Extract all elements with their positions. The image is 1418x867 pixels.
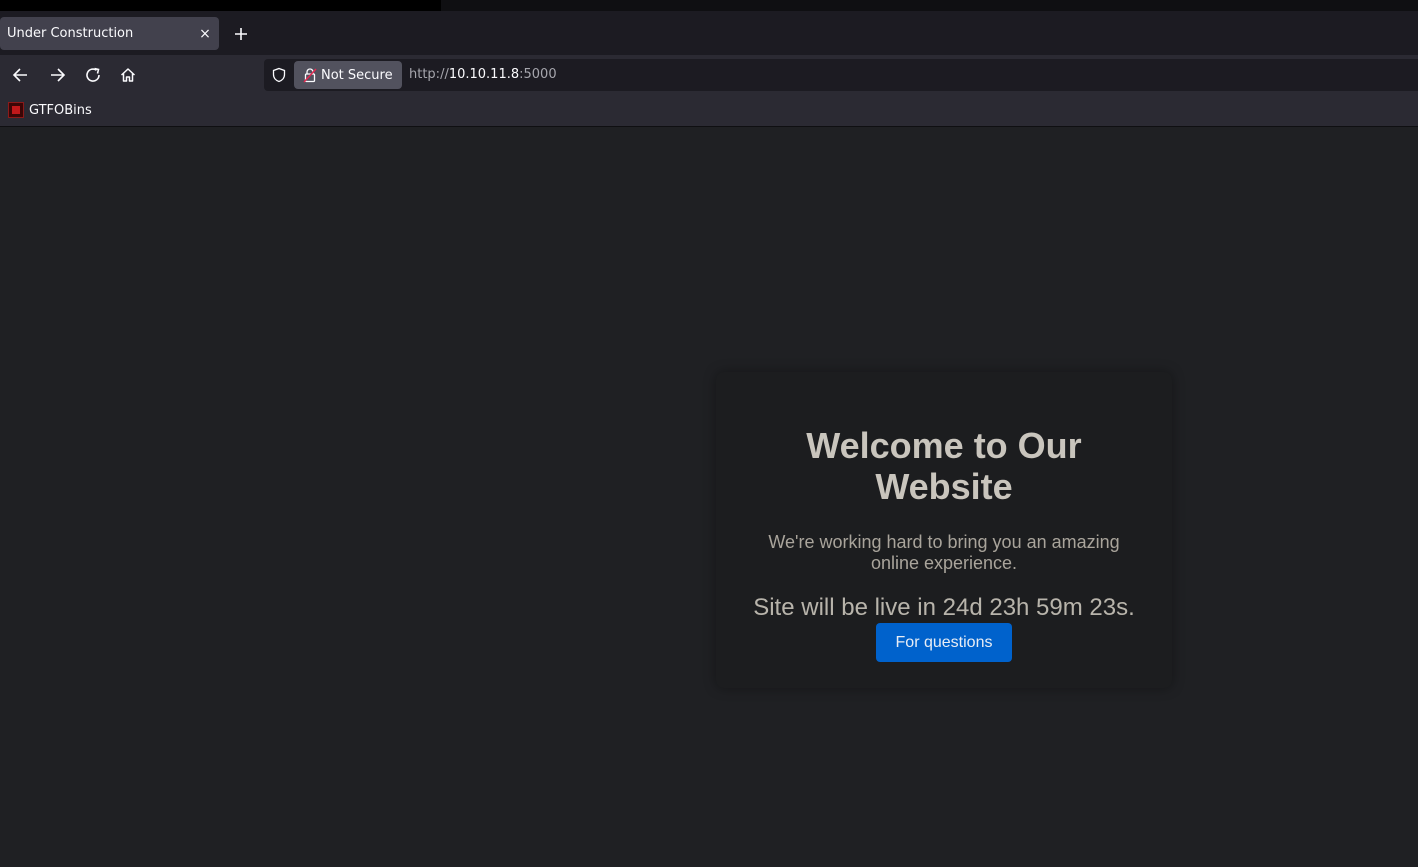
reload-icon — [86, 67, 100, 82]
page-content: Welcome to Our Website We're working har… — [0, 127, 1418, 867]
navigation-toolbar: Not Secure http://10.10.11.8:5000 — [0, 55, 1418, 95]
page-title: Welcome to Our Website — [806, 425, 1082, 507]
bookmarks-toolbar: GTFOBins — [0, 95, 1418, 127]
back-arrow-icon — [12, 68, 27, 82]
reload-button[interactable] — [82, 64, 104, 86]
home-button[interactable] — [117, 64, 139, 86]
address-bar[interactable]: Not Secure http://10.10.11.8:5000 — [264, 59, 1418, 91]
url-scheme: http:// — [409, 67, 449, 82]
new-tab-button[interactable] — [230, 24, 252, 44]
bookmark-gtfobins[interactable]: GTFOBins — [8, 102, 92, 118]
url-port: :5000 — [519, 67, 557, 82]
window-top-strip-segment — [0, 0, 441, 11]
bookmark-label: GTFOBins — [29, 102, 92, 118]
plus-icon — [235, 28, 247, 40]
shield-icon[interactable] — [271, 67, 287, 83]
gtfobins-favicon-icon — [8, 102, 24, 118]
home-icon — [120, 68, 136, 82]
lead-text: We're working hard to bring you an amazi… — [768, 532, 1120, 573]
tab-title: Under Construction — [7, 26, 134, 41]
countdown-text: Site will be live in 24d 23h 59m 23s. — [753, 594, 1135, 621]
forward-arrow-icon — [51, 68, 66, 82]
not-secure-indicator[interactable]: Not Secure — [294, 61, 402, 89]
window-top-strip — [0, 0, 1418, 11]
url-host: 10.10.11.8 — [448, 67, 520, 82]
back-button[interactable] — [10, 64, 32, 86]
not-secure-label: Not Secure — [321, 67, 393, 83]
tab-close-button[interactable]: × — [191, 26, 219, 42]
insecure-lock-icon — [303, 68, 317, 83]
tab-under-construction[interactable]: Under Construction × — [0, 17, 219, 50]
forward-button[interactable] — [46, 64, 68, 86]
tab-bar: Under Construction × — [0, 11, 1418, 55]
url-text[interactable]: http://10.10.11.8:5000 — [409, 67, 557, 82]
construction-card: Welcome to Our Website We're working har… — [716, 372, 1172, 688]
for-questions-button[interactable]: For questions — [876, 623, 1012, 662]
